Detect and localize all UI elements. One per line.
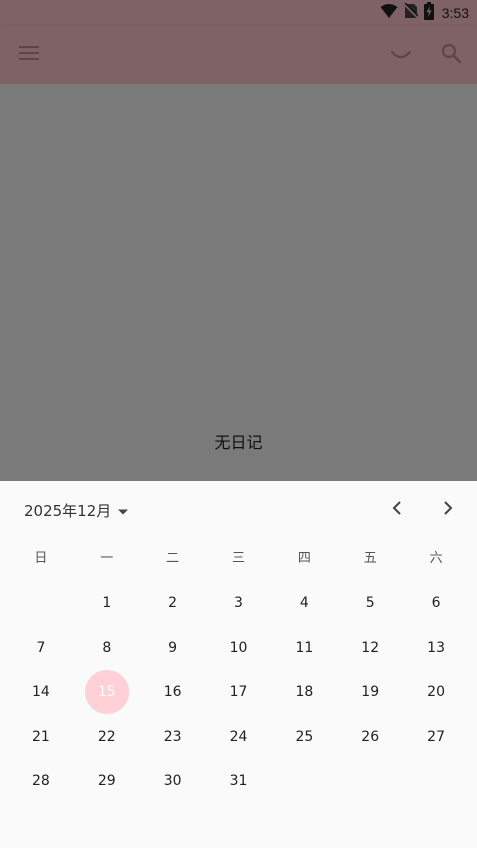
day-number: 17 <box>229 684 248 701</box>
day-cell[interactable]: 26 <box>337 715 403 760</box>
day-number: 14 <box>32 684 50 701</box>
day-cell[interactable]: 16 <box>140 670 206 715</box>
day-cell[interactable]: 21 <box>8 715 74 760</box>
day-cell[interactable]: 2 <box>140 581 206 626</box>
status-icons: 3:53 <box>380 2 469 24</box>
day-cell[interactable]: 14 <box>8 670 74 715</box>
month-year-label: 2025年12月 <box>24 501 112 520</box>
day-number: 12 <box>361 639 380 656</box>
weekday-label: 一 <box>100 551 114 566</box>
day-number: 3 <box>234 595 243 612</box>
weekday-header: 日一二三四五六 <box>8 548 469 570</box>
no-sim-icon <box>403 2 419 23</box>
day-cell[interactable]: 13 <box>403 626 469 671</box>
next-month-button[interactable] <box>435 497 461 523</box>
day-number: 6 <box>431 595 441 612</box>
calendar-bottom-sheet: 2025年12月 日一二三四五六 1 2 3 4 5 6 7 8 9 10 11 12 13 14 <box>0 481 477 848</box>
day-number: 13 <box>427 639 445 656</box>
empty-state-text: 无日记 <box>214 433 263 452</box>
day-number: 1 <box>102 595 112 612</box>
day-cell[interactable]: 3 <box>206 581 272 626</box>
weekday-label: 四 <box>297 551 311 566</box>
day-number: 19 <box>361 684 380 701</box>
day-cell[interactable]: 10 <box>206 626 272 671</box>
day-cell[interactable]: 12 <box>337 626 403 671</box>
day-cell[interactable]: 1 <box>74 581 140 626</box>
diary-list-area: 无日记 <box>0 84 477 481</box>
day-cell[interactable]: 6 <box>403 581 469 626</box>
day-cell[interactable]: 23 <box>140 715 206 760</box>
mood-button[interactable] <box>386 41 416 69</box>
day-cell[interactable]: 4 <box>271 581 337 626</box>
day-number: 5 <box>365 595 375 612</box>
day-cell[interactable]: 20 <box>403 670 469 715</box>
day-cell[interactable]: 25 <box>271 715 337 760</box>
chevron-right-icon <box>442 500 454 520</box>
day-number: 8 <box>102 639 112 656</box>
smile-icon <box>390 46 412 65</box>
day-cell[interactable]: 28 <box>8 759 74 804</box>
menu-button[interactable] <box>14 41 44 69</box>
day-number: 27 <box>427 728 445 745</box>
previous-month-button[interactable] <box>384 497 410 523</box>
search-button[interactable] <box>436 40 466 70</box>
day-number: 16 <box>163 684 182 701</box>
day-number: 20 <box>427 684 445 701</box>
day-cell[interactable]: 5 <box>337 581 403 626</box>
day-number: 2 <box>168 595 178 612</box>
day-number: 23 <box>163 728 182 745</box>
day-number: 18 <box>295 684 314 701</box>
chevron-left-icon <box>391 500 403 520</box>
day-cell[interactable]: 18 <box>271 670 337 715</box>
search-icon <box>441 43 462 67</box>
menu-icon <box>19 45 39 65</box>
weekday-label: 三 <box>232 551 246 566</box>
day-number: 9 <box>168 639 178 656</box>
day-cell[interactable]: 8 <box>74 626 140 671</box>
day-cell[interactable]: 27 <box>403 715 469 760</box>
day-grid: 1 2 3 4 5 6 7 8 9 10 11 12 13 14 15 16 17 18 19 20 21 22 23 24 2… <box>8 581 469 804</box>
day-cell[interactable]: 29 <box>74 759 140 804</box>
day-number: 15 <box>84 670 129 715</box>
day-cell[interactable]: 30 <box>140 759 206 804</box>
weekday-label: 五 <box>363 551 377 566</box>
day-cell[interactable]: 11 <box>271 626 337 671</box>
day-number: 31 <box>229 773 248 790</box>
day-number: 21 <box>32 728 50 745</box>
day-number: 7 <box>36 639 46 656</box>
day-cell[interactable]: 9 <box>140 626 206 671</box>
day-number: 30 <box>163 773 182 790</box>
day-number: 22 <box>97 728 116 745</box>
day-cell[interactable]: 7 <box>8 626 74 671</box>
day-number: 10 <box>229 639 248 656</box>
day-cell[interactable]: 24 <box>206 715 272 760</box>
day-number: 4 <box>299 595 309 612</box>
dropdown-arrow-icon <box>117 501 129 520</box>
day-cell-empty <box>8 581 74 626</box>
day-number: 24 <box>229 728 248 745</box>
day-number: 28 <box>32 773 50 790</box>
day-cell[interactable]: 22 <box>74 715 140 760</box>
weekday-label: 六 <box>429 551 443 566</box>
app-bar <box>0 26 477 84</box>
day-number: 11 <box>295 639 314 656</box>
day-cell[interactable]: 31 <box>206 759 272 804</box>
status-time: 3:53 <box>441 5 469 21</box>
weekday-label: 二 <box>166 551 180 566</box>
day-cell[interactable]: 19 <box>337 670 403 715</box>
wifi-icon <box>380 3 398 23</box>
weekday-label: 日 <box>34 551 48 566</box>
day-number: 29 <box>97 773 116 790</box>
day-number: 26 <box>361 728 380 745</box>
status-bar: 3:53 <box>0 0 477 26</box>
day-cell-selected[interactable]: 15 <box>74 670 140 715</box>
day-cell[interactable]: 17 <box>206 670 272 715</box>
day-number: 25 <box>295 728 314 745</box>
screen: 3:53 无日记 2025年12月 日 一 二 三 四 五 六 1 2 3 4 … <box>0 0 477 848</box>
month-year-selector[interactable]: 2025年12月 <box>24 498 129 522</box>
battery-charging-icon <box>423 2 434 24</box>
